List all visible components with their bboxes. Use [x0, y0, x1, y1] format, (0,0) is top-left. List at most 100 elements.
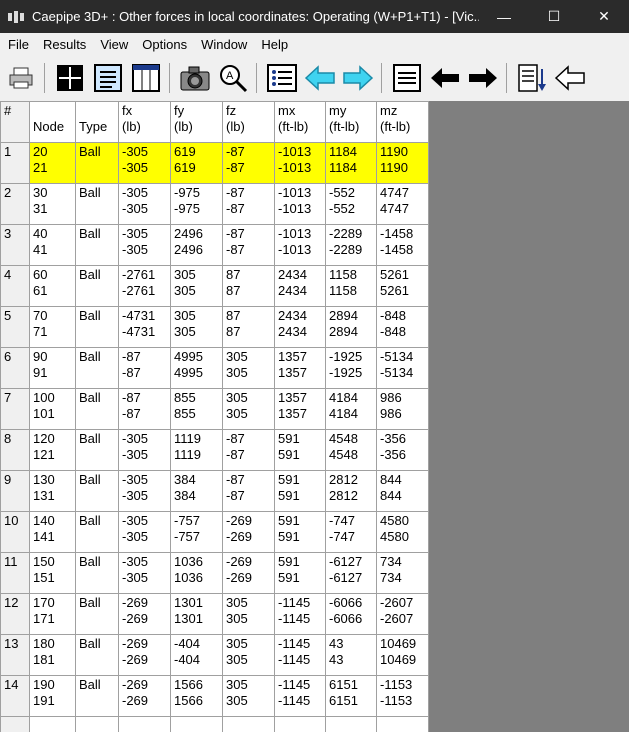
table-row[interactable]: 9 130 131 Ball -305 -305 384 384 -87 -87 591 591 281…	[0, 470, 429, 512]
cell-mx[interactable]: 1357 1357	[274, 347, 326, 389]
cell-idx[interactable]: 13	[0, 634, 30, 676]
menu-window[interactable]: Window	[194, 37, 254, 52]
cell-mx[interactable]: -1145 -1145	[274, 634, 326, 676]
lines-icon[interactable]	[390, 61, 424, 95]
table-row[interactable]: 3 40 41 Ball -305 -305 2496 2496 -87 -87 -1013 -101…	[0, 224, 429, 266]
cell-my[interactable]: 6151 6151	[325, 675, 377, 717]
table-row[interactable]: 14 190 191 Ball -269 -269 1566 1566 305 305 -1145-…	[0, 675, 429, 717]
cell-mz[interactable]: -356 -356	[376, 429, 429, 471]
cell-fx[interactable]: -305 -305	[118, 552, 171, 594]
arrow-right-black-icon[interactable]	[466, 61, 500, 95]
cell-mz[interactable]: 4580 4580	[376, 511, 429, 553]
cell-mz[interactable]: -2607 -2607	[376, 593, 429, 635]
cell-idx[interactable]: 12	[0, 593, 30, 635]
cell-my[interactable]: 4184 4184	[325, 388, 377, 430]
cell-my[interactable]: -2289 -2289	[325, 224, 377, 266]
cell-fx[interactable]: -269 -269	[118, 593, 171, 635]
cell-fy[interactable]: -404 -404	[170, 634, 223, 676]
cell-mx[interactable]: 2434 2434	[274, 306, 326, 348]
cell-type[interactable]: Ball	[75, 306, 119, 348]
cell-fx[interactable]: -269 -269	[118, 675, 171, 717]
cell-node[interactable]: 100 101	[29, 388, 76, 430]
cell-node[interactable]: 150 151	[29, 552, 76, 594]
minimize-button[interactable]: —	[479, 0, 529, 33]
sort-down-icon[interactable]	[515, 61, 549, 95]
cell-fx[interactable]: -305 -305	[118, 224, 171, 266]
cell-node[interactable]: 140 141	[29, 511, 76, 553]
cell-node[interactable]: 190 191	[29, 675, 76, 717]
cell-mz[interactable]: -5134 -5134	[376, 347, 429, 389]
cell-type[interactable]: Ball	[75, 593, 119, 635]
cell-fy[interactable]: 305 305	[170, 306, 223, 348]
cell-my[interactable]: 1158 1158	[325, 265, 377, 307]
cell-mx[interactable]: -1145 -1145	[274, 593, 326, 635]
cell-idx[interactable]: 8	[0, 429, 30, 471]
cell-fz[interactable]: 87 87	[222, 265, 275, 307]
cell-type[interactable]: Ball	[75, 675, 119, 717]
column-header-mz[interactable]: mz (ft-lb)	[376, 101, 429, 143]
cell-node[interactable]: 70 71	[29, 306, 76, 348]
cell-mx[interactable]: -1013 -1013	[274, 183, 326, 225]
cell-fz[interactable]: -87 -87	[222, 142, 275, 184]
cell-fy[interactable]: 855 855	[170, 388, 223, 430]
table-row[interactable]: 7 100 101 Ball -87 -87 855 855 305 305 1357 1357 418…	[0, 388, 429, 430]
cell-node[interactable]: 40 41	[29, 224, 76, 266]
cell-idx[interactable]: 10	[0, 511, 30, 553]
grid-icon[interactable]	[53, 61, 87, 95]
column-header-fy[interactable]: fy (lb)	[170, 101, 223, 143]
arrow-left-black-icon[interactable]	[428, 61, 462, 95]
cell-fz[interactable]: -87 -87	[222, 429, 275, 471]
column-header-type[interactable]: Type	[75, 101, 119, 143]
cell-idx[interactable]: 9	[0, 470, 30, 512]
cell-fy[interactable]: 1566 1566	[170, 675, 223, 717]
cell-mz[interactable]: -1153 -1153	[376, 675, 429, 717]
cell-fz[interactable]: 305 305	[222, 634, 275, 676]
cell-my[interactable]: 43 43	[325, 634, 377, 676]
list-icon[interactable]	[265, 61, 299, 95]
cell-node[interactable]: 20 21	[29, 142, 76, 184]
cell-idx[interactable]: 1	[0, 142, 30, 184]
cell-mx[interactable]: 1357 1357	[274, 388, 326, 430]
cell-node[interactable]: 90 91	[29, 347, 76, 389]
cell-my[interactable]: 2894 2894	[325, 306, 377, 348]
cell-type[interactable]: Ball	[75, 347, 119, 389]
column-header-idx[interactable]: #	[0, 101, 30, 143]
cell-fx[interactable]: -87 -87	[118, 347, 171, 389]
cell-fy[interactable]: -757 -757	[170, 511, 223, 553]
cell-mx[interactable]: 591 591	[274, 511, 326, 553]
cell-fx[interactable]: -269 -269	[118, 634, 171, 676]
cell-idx[interactable]: 2	[0, 183, 30, 225]
cell-mz[interactable]: 5261 5261	[376, 265, 429, 307]
cell-fy[interactable]: 4995 4995	[170, 347, 223, 389]
cell-type[interactable]: Ball	[75, 634, 119, 676]
print-icon[interactable]	[4, 61, 38, 95]
cell-fz[interactable]: 305 305	[222, 347, 275, 389]
cell-mz[interactable]: -848 -848	[376, 306, 429, 348]
cell-my[interactable]: 2812 2812	[325, 470, 377, 512]
cell-node[interactable]: 60 61	[29, 265, 76, 307]
cell-type[interactable]: Ball	[75, 265, 119, 307]
cell-mx[interactable]: -1145 -1145	[274, 675, 326, 717]
cell-fx[interactable]: -305 -305	[118, 183, 171, 225]
cell-type[interactable]: Ball	[75, 142, 119, 184]
cell-my[interactable]: -6127 -6127	[325, 552, 377, 594]
table-row[interactable]: 8 120 121 Ball -305 -305 1119 1119 -87 -87 591 591 4…	[0, 429, 429, 471]
cell-fz[interactable]: 305 305	[222, 675, 275, 717]
cell-node[interactable]: 30 31	[29, 183, 76, 225]
table-row[interactable]: 13 180 181 Ball -269 -269 -404 -404 305 305 -1145-…	[0, 634, 429, 676]
table-row[interactable]: 1 20 21 Ball -305 -305 619 619 -87 -87 -1013 -1013 1…	[0, 142, 429, 184]
text-list-icon[interactable]	[91, 61, 125, 95]
menu-options[interactable]: Options	[135, 37, 194, 52]
cell-fz[interactable]: 305 305	[222, 593, 275, 635]
cell-type[interactable]: Ball	[75, 183, 119, 225]
cell-fy[interactable]: 384 384	[170, 470, 223, 512]
cell-my[interactable]: 4548 4548	[325, 429, 377, 471]
cell-idx[interactable]: 11	[0, 552, 30, 594]
menu-view[interactable]: View	[93, 37, 135, 52]
cell-fx[interactable]: -87 -87	[118, 388, 171, 430]
cell-fz[interactable]: -87 -87	[222, 183, 275, 225]
cell-node[interactable]: 120 121	[29, 429, 76, 471]
cell-fx[interactable]: -4731 -4731	[118, 306, 171, 348]
cell-fz[interactable]: -269 -269	[222, 552, 275, 594]
arrow-right-cyan-icon[interactable]	[341, 61, 375, 95]
